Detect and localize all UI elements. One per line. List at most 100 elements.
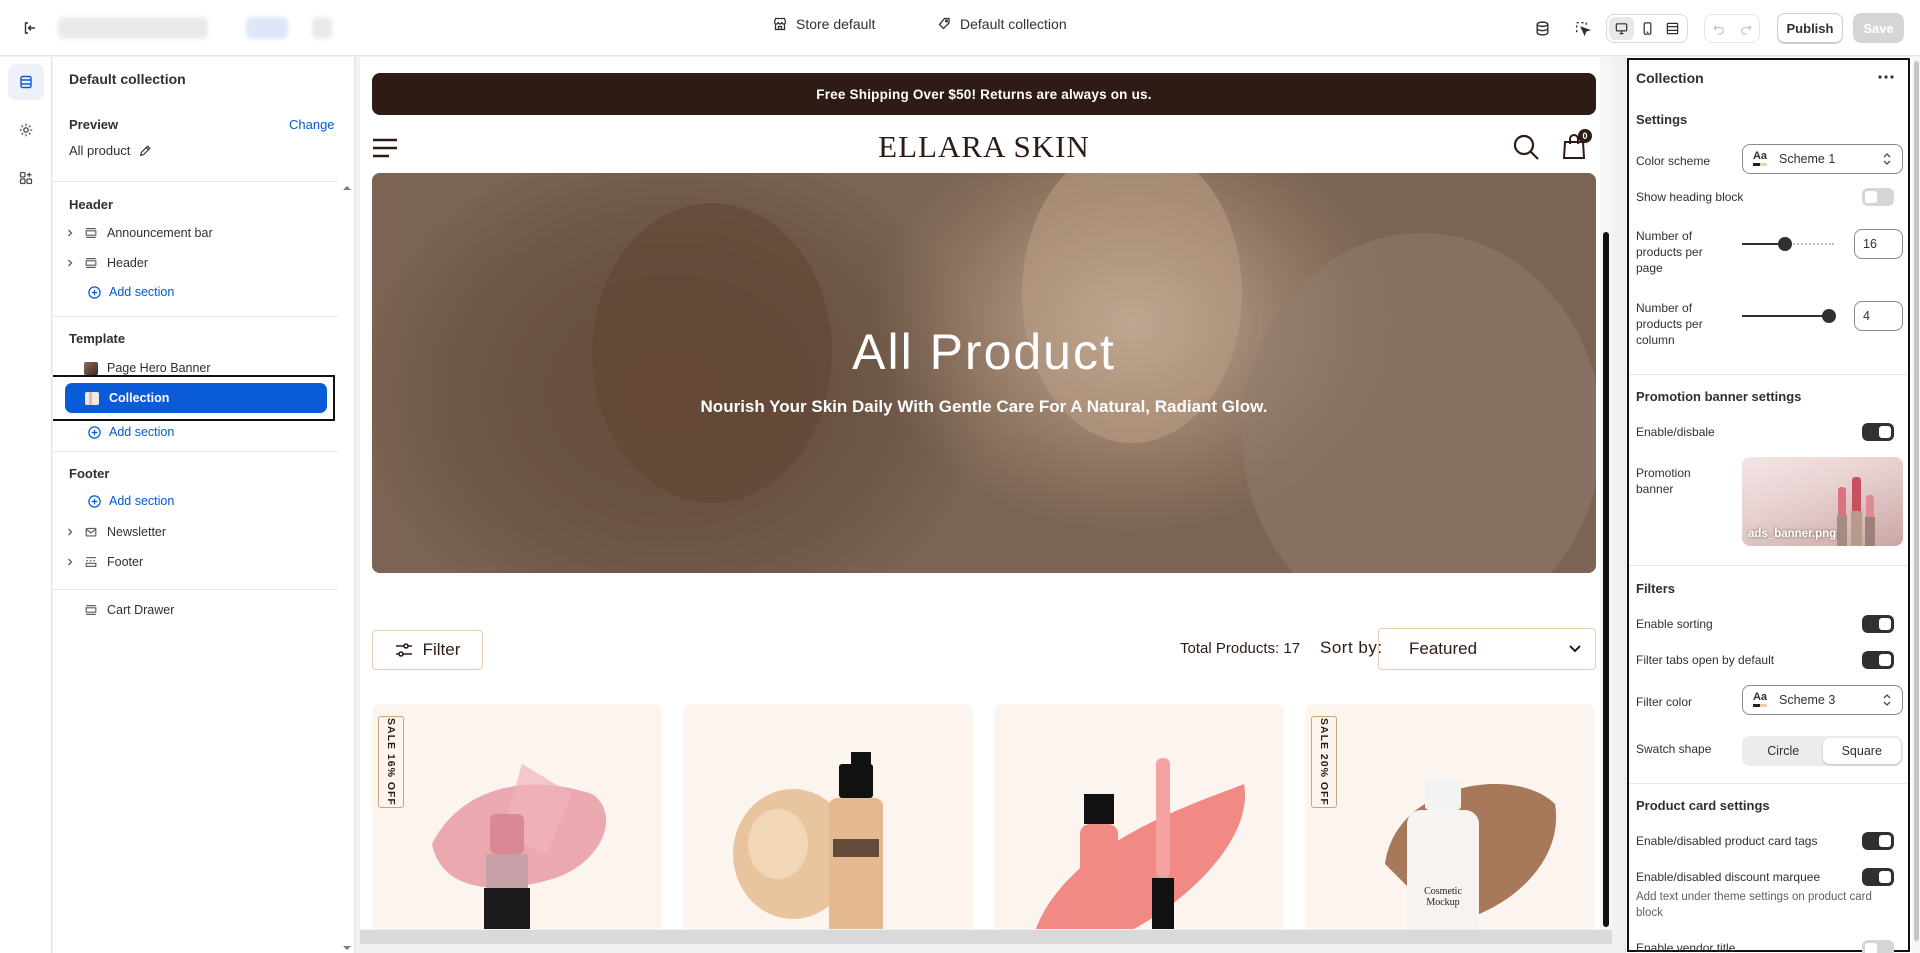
per-column-label: Number of products per column bbox=[1636, 301, 1703, 347]
per-column-slider[interactable] bbox=[1742, 309, 1836, 323]
filters-heading: Filters bbox=[1636, 581, 1676, 596]
undo-icon[interactable] bbox=[1712, 22, 1726, 36]
mobile-view-button[interactable] bbox=[1635, 17, 1660, 40]
sidebar-scrollbar[interactable] bbox=[340, 183, 354, 953]
promo-enable-toggle[interactable] bbox=[1862, 423, 1894, 441]
promo-banner-image[interactable]: ads_banner.png bbox=[1742, 457, 1903, 546]
section-collection-selected[interactable]: Collection bbox=[65, 383, 327, 413]
discount-marquee-toggle[interactable] bbox=[1862, 868, 1894, 886]
filter-color-select[interactable]: Aa Scheme 3 bbox=[1742, 685, 1903, 715]
fullscreen-view-button[interactable] bbox=[1660, 17, 1685, 40]
per-page-input[interactable]: 16 bbox=[1854, 229, 1903, 259]
vendor-title-label: Enable vendor title bbox=[1636, 941, 1736, 953]
color-scheme-select[interactable]: Aa Scheme 1 bbox=[1742, 144, 1903, 174]
sliders-icon bbox=[395, 643, 412, 657]
sidebar-title: Default collection bbox=[69, 71, 186, 87]
panel-title: Collection bbox=[1636, 70, 1704, 86]
left-rail bbox=[0, 57, 52, 953]
change-preview-link[interactable]: Change bbox=[289, 117, 335, 132]
per-page-slider[interactable] bbox=[1742, 237, 1834, 251]
hero-banner[interactable]: All Product Nourish Your Skin Daily With… bbox=[372, 173, 1596, 573]
product-card[interactable] bbox=[683, 704, 973, 929]
pencil-icon[interactable] bbox=[138, 144, 152, 158]
sidebar-divider bbox=[53, 316, 338, 317]
section-footer[interactable]: Footer bbox=[63, 549, 328, 575]
exit-editor-button[interactable] bbox=[16, 14, 44, 42]
more-options-button[interactable] bbox=[1874, 68, 1898, 86]
template-selector[interactable]: Default collection bbox=[936, 16, 1067, 32]
lip-gloss-product-image bbox=[1036, 758, 1246, 929]
show-heading-toggle[interactable] bbox=[1862, 188, 1894, 206]
product-card[interactable] bbox=[994, 704, 1284, 929]
section-label: Cart Drawer bbox=[107, 603, 175, 617]
save-button[interactable]: Save bbox=[1853, 13, 1904, 43]
plus-circle-icon bbox=[88, 285, 101, 299]
scheme-swatch-icon: Aa bbox=[1751, 151, 1769, 166]
section-header[interactable]: Header bbox=[63, 250, 328, 276]
select-cursor-icon bbox=[1575, 21, 1591, 36]
section-label: Announcement bar bbox=[107, 226, 213, 240]
section-label: Header bbox=[107, 256, 148, 270]
search-icon[interactable] bbox=[1512, 133, 1540, 161]
sort-select[interactable]: Featured bbox=[1378, 628, 1596, 670]
product-card[interactable]: Cosmetic Mockup SALE 20% OFF bbox=[1305, 704, 1595, 929]
swatch-circle-option[interactable]: Circle bbox=[1744, 738, 1823, 764]
announcement-bar[interactable]: Free Shipping Over $50! Returns are alwa… bbox=[372, 73, 1596, 115]
scrollbar-thumb[interactable] bbox=[1914, 61, 1919, 941]
add-section-template-button[interactable]: Add section bbox=[87, 421, 174, 443]
rail-apps-button[interactable] bbox=[8, 160, 44, 196]
chevron-right-icon[interactable] bbox=[63, 557, 77, 567]
theme-check-button[interactable] bbox=[1528, 14, 1556, 42]
sidebar-divider bbox=[53, 589, 338, 590]
redo-icon[interactable] bbox=[1739, 22, 1753, 36]
preview-horizontal-scrollbar[interactable] bbox=[360, 930, 1612, 944]
product-card[interactable]: SALE 16% OFF bbox=[372, 704, 662, 929]
per-column-input[interactable]: 4 bbox=[1854, 301, 1903, 331]
swatch-square-option[interactable]: Square bbox=[1822, 738, 1901, 764]
template-label: Default collection bbox=[960, 16, 1067, 32]
color-scheme-value: Scheme 1 bbox=[1779, 152, 1836, 166]
show-heading-label: Show heading block bbox=[1636, 190, 1744, 204]
filter-color-label: Filter color bbox=[1636, 695, 1693, 709]
expand-icon bbox=[1666, 22, 1679, 35]
swatch-shape-label: Swatch shape bbox=[1636, 742, 1712, 756]
store-menu-redacted bbox=[312, 17, 332, 39]
chevron-right-icon[interactable] bbox=[63, 228, 77, 238]
section-announcement-bar[interactable]: Announcement bar bbox=[63, 220, 328, 246]
theme-selector[interactable]: Store default bbox=[772, 16, 875, 32]
chevron-right-icon[interactable] bbox=[63, 527, 77, 537]
scrollbar-thumb[interactable] bbox=[1603, 232, 1609, 927]
chevron-down-icon bbox=[1569, 645, 1581, 653]
header-group-title: Header bbox=[69, 197, 114, 212]
add-section-footer-button[interactable]: Add section bbox=[87, 490, 174, 512]
preview-scrollbar[interactable] bbox=[1600, 57, 1612, 929]
vendor-title-toggle[interactable] bbox=[1862, 940, 1894, 953]
plus-circle-icon bbox=[88, 494, 101, 508]
sort-by-label: Sort by: bbox=[1320, 638, 1383, 657]
desktop-view-button[interactable] bbox=[1609, 17, 1634, 40]
card-tags-label: Enable/disabled product card tags bbox=[1636, 834, 1818, 848]
section-cart-drawer[interactable]: Cart Drawer bbox=[63, 597, 328, 623]
undo-redo-group bbox=[1704, 14, 1760, 43]
filter-tabs-toggle[interactable] bbox=[1862, 651, 1894, 669]
preview-frame: Free Shipping Over $50! Returns are alwa… bbox=[360, 57, 1612, 929]
slider-knob[interactable] bbox=[1822, 309, 1836, 323]
panel-scrollbar[interactable] bbox=[1912, 57, 1920, 953]
settings-panel: Collection Settings Color scheme Aa Sche… bbox=[1625, 57, 1920, 953]
more-horizontal-icon bbox=[1878, 75, 1894, 79]
section-newsletter[interactable]: Newsletter bbox=[63, 519, 328, 545]
chevron-right-icon[interactable] bbox=[63, 258, 77, 268]
sale-tag-text: SALE 20% OFF bbox=[1318, 718, 1330, 806]
filter-button[interactable]: Filter bbox=[372, 630, 483, 670]
inspector-button[interactable] bbox=[1568, 14, 1596, 42]
sort-value: Featured bbox=[1409, 639, 1478, 658]
publish-button[interactable]: Publish bbox=[1777, 13, 1843, 43]
section-label: Footer bbox=[107, 555, 144, 569]
slider-knob[interactable] bbox=[1778, 237, 1792, 251]
add-section-header-button[interactable]: Add section bbox=[87, 281, 174, 303]
store-logo[interactable]: ELLARA SKIN bbox=[372, 129, 1596, 165]
card-tags-toggle[interactable] bbox=[1862, 832, 1894, 850]
rail-sections-button[interactable] bbox=[8, 64, 44, 100]
rail-settings-button[interactable] bbox=[8, 112, 44, 148]
enable-sorting-toggle[interactable] bbox=[1862, 615, 1894, 633]
